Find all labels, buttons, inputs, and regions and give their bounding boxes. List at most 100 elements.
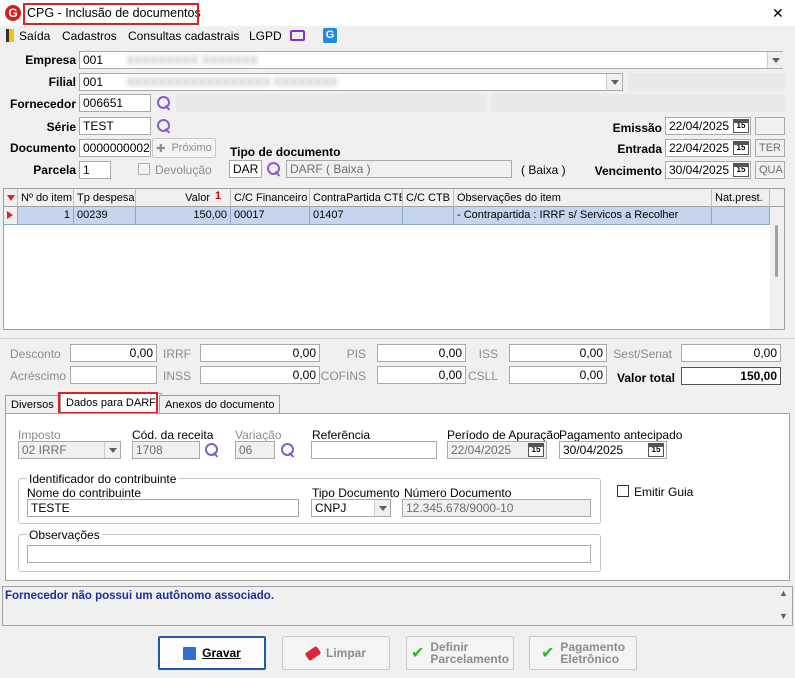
menu-item-cadastros[interactable]: Cadastros	[62, 29, 117, 43]
grid-header-nat-prest[interactable]: Nat.prest.	[712, 189, 770, 207]
empresa-label: Empresa	[25, 53, 76, 67]
grid-header-observacoes[interactable]: Observações do item	[454, 189, 712, 207]
entrada-calendar-icon[interactable]: 15	[733, 141, 749, 155]
limpar-button[interactable]: Limpar	[282, 636, 390, 670]
imposto-dropdown-arrow[interactable]	[104, 442, 120, 458]
variacao-input[interactable]: 06	[235, 441, 275, 459]
tipo-documento-code-input[interactable]: DAR	[229, 160, 262, 178]
cod-receita-input[interactable]: 1708	[132, 441, 200, 459]
variacao-label: Variação	[235, 428, 282, 442]
menu-bar: Saída Cadastros Consultas cadastrais LGP…	[0, 26, 795, 46]
csll-input[interactable]: 0,00	[509, 366, 607, 384]
numero-documento-input[interactable]: 12.345.678/9000-10	[402, 499, 591, 517]
table-row[interactable]: 1 00239 150,00 00017 01407 - Contraparti…	[4, 207, 770, 225]
monitor-icon[interactable]	[290, 30, 305, 41]
devolucao-checkbox[interactable]	[138, 163, 150, 175]
irrf-input[interactable]: 0,00	[200, 344, 320, 362]
nome-contribuinte-input[interactable]: TESTE	[27, 499, 299, 517]
pagamento-label-block: Pagamento Eletrônico	[560, 641, 625, 665]
empresa-input[interactable]: 001 XXXXXXXXX XXXXXXX	[79, 51, 783, 69]
menu-item-consultas-cadastrais[interactable]: Consultas cadastrais	[128, 29, 239, 43]
fornecedor-search-icon[interactable]	[156, 95, 172, 111]
title-highlight	[23, 3, 199, 25]
filial-value: 001	[83, 75, 104, 89]
sest-senat-input[interactable]: 0,00	[681, 344, 781, 362]
filial-name-blurred: XXXXXXXXXXXXXXXXXX XXXXXXXX	[126, 75, 338, 89]
vencimento-label: Vencimento	[594, 164, 662, 178]
empresa-dropdown-arrow[interactable]	[767, 52, 783, 68]
cofins-input[interactable]: 0,00	[377, 366, 466, 384]
cofins-label: COFINS	[320, 369, 366, 383]
status-message: Fornecedor não possui um autônomo associ…	[5, 590, 275, 602]
scrollbar-thumb[interactable]	[775, 225, 778, 277]
grid-header-cc-ctb[interactable]: C/C CTB	[403, 189, 454, 207]
menu-item-lgpd[interactable]: LGPD	[249, 29, 282, 43]
cell-contrapartida: 01407	[310, 207, 403, 224]
filial-dropdown-arrow[interactable]	[606, 74, 622, 90]
floppy-disk-icon	[183, 646, 197, 660]
grid-header-cc-financeiro[interactable]: C/C Financeiro	[231, 189, 310, 207]
grid-header-contrapartida[interactable]: ContraPartida CTB	[310, 189, 403, 207]
definir-label-2: Parcelamento	[430, 652, 510, 666]
identificador-title: Identificador do contribuinte	[27, 472, 179, 486]
emitir-guia-label: Emitir Guia	[634, 485, 694, 499]
periodo-calendar-icon[interactable]: 15	[528, 443, 544, 457]
definir-parcelamento-button[interactable]: ✔ Definir Parcelamento	[406, 636, 514, 670]
close-icon[interactable]: ✕	[772, 5, 784, 22]
pagamento-calendar-icon[interactable]: 15	[648, 443, 664, 457]
app-logo-icon: G	[5, 5, 21, 21]
fornecedor-label: Fornecedor	[9, 97, 76, 111]
serie-search-icon[interactable]	[156, 118, 172, 134]
csll-label: CSLL	[467, 369, 498, 383]
desconto-input[interactable]: 0,00	[70, 344, 157, 362]
tab-diversos[interactable]: Diversos	[5, 395, 60, 414]
cod-receita-search-icon[interactable]	[204, 442, 220, 458]
emissao-calendar-icon[interactable]: 15	[733, 119, 749, 133]
scroll-up-icon[interactable]: ▲	[779, 588, 788, 598]
status-scrollbar[interactable]: ▲ ▼	[776, 587, 792, 625]
serie-label: Série	[46, 120, 76, 134]
filial-input[interactable]: 001 XXXXXXXXXXXXXXXXXX XXXXXXXX	[79, 73, 623, 91]
referencia-input[interactable]	[311, 441, 437, 459]
emitir-guia-checkbox[interactable]	[617, 485, 629, 497]
tipo-documento-search-icon[interactable]	[266, 161, 282, 177]
parcela-input[interactable]: 1	[79, 161, 111, 179]
acrescimo-input[interactable]	[70, 366, 157, 384]
nome-contribuinte-label: Nome do contribuinte	[27, 486, 142, 500]
irrf-label: IRRF	[163, 347, 191, 361]
pagamento-eletronico-button[interactable]: ✔ Pagamento Eletrônico	[529, 636, 637, 670]
vencimento-calendar-icon[interactable]: 15	[733, 163, 749, 177]
observacoes-input[interactable]	[27, 545, 591, 563]
valor-total-value: 150,00	[681, 367, 781, 385]
limpar-label: Limpar	[325, 646, 366, 660]
g-brand-icon[interactable]: G	[323, 28, 337, 43]
tipo-documento-dropdown-arrow[interactable]	[374, 500, 390, 516]
serie-input[interactable]: TEST	[79, 117, 151, 135]
proximo-button[interactable]: ✚ Próximo	[152, 138, 216, 158]
variacao-search-icon[interactable]	[280, 442, 296, 458]
scroll-down-icon[interactable]: ▼	[779, 611, 788, 621]
documento-input[interactable]: 0000000002	[79, 139, 151, 157]
grid-header-tp-despesa[interactable]: Tp despesa	[74, 189, 136, 207]
inss-input[interactable]: 0,00	[200, 366, 320, 384]
imposto-label: Imposto	[18, 428, 61, 442]
fornecedor-extra-blurred	[491, 94, 785, 112]
items-grid[interactable]: Nº do item Tp despesa Valor 1 C/C Financ…	[3, 188, 785, 330]
fornecedor-input[interactable]: 006651	[79, 94, 151, 112]
cell-observacoes: - Contrapartida : IRRF s/ Servicos a Rec…	[454, 207, 712, 224]
grid-vertical-scrollbar[interactable]	[770, 207, 784, 329]
grid-header-item[interactable]: Nº do item	[18, 189, 74, 207]
tipo-documento-label: Tipo de documento	[230, 145, 341, 159]
sest-senat-label: Sest/Senat	[613, 347, 672, 361]
iss-input[interactable]: 0,00	[509, 344, 607, 362]
check-icon: ✔	[410, 645, 425, 662]
menu-item-saida[interactable]: Saída	[19, 29, 50, 43]
tab-anexos-documento[interactable]: Anexos do documento	[159, 395, 281, 414]
tipo-documento-contribuinte-label: Tipo Documento	[312, 486, 400, 500]
iss-label: ISS	[478, 347, 498, 361]
tab-darf-highlight	[58, 392, 158, 414]
entrada-weekday: TER	[755, 139, 785, 157]
gravar-button[interactable]: Gravar	[158, 636, 266, 670]
pagamento-antecipado-label: Pagamento antecipado	[559, 428, 683, 442]
pis-input[interactable]: 0,00	[377, 344, 466, 362]
